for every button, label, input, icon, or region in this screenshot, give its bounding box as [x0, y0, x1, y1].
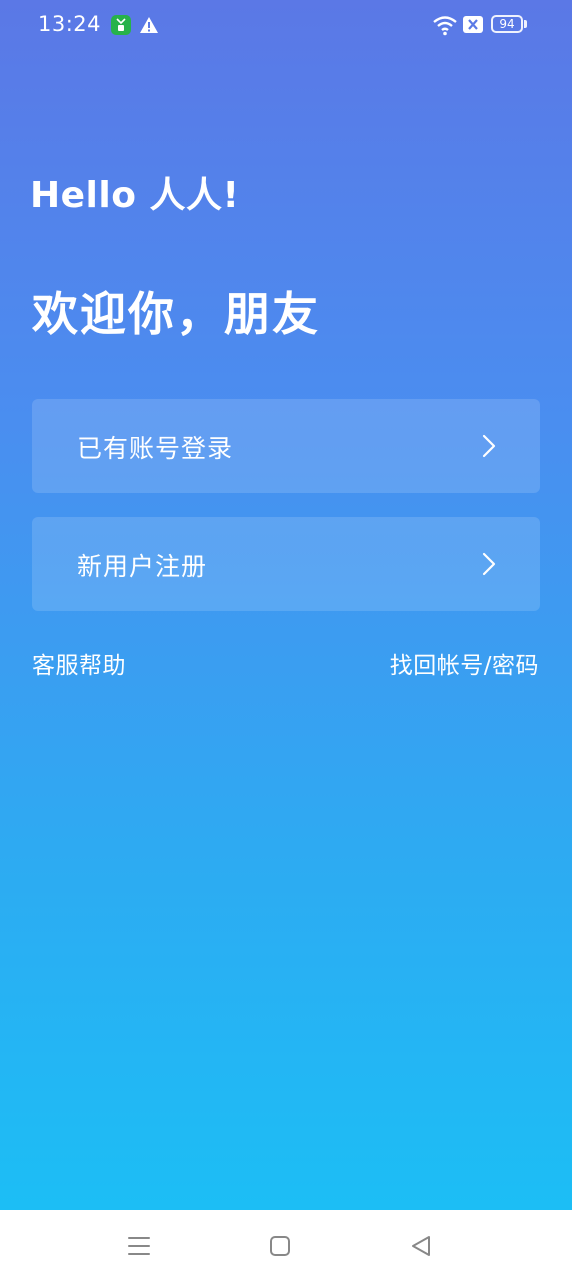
- login-button-label: 已有账号登录: [77, 434, 234, 463]
- welcome-title: 欢迎你，朋友: [32, 287, 320, 341]
- recover-account-link[interactable]: 找回帐号/密码: [390, 646, 539, 680]
- battery-icon: 94: [491, 15, 523, 33]
- menu-icon[interactable]: [125, 1232, 153, 1260]
- chevron-right-icon: [478, 550, 500, 578]
- warning-icon: [139, 15, 159, 35]
- register-button-label: 新用户注册: [77, 552, 208, 581]
- sim-icon: [463, 16, 483, 33]
- status-time: 13:24: [38, 12, 102, 36]
- navigation-bar: [0, 1210, 572, 1280]
- login-screen: 13:24 94 Hello 人人! 欢迎你，朋友 已有账号登录 新用户注册 客…: [0, 0, 572, 1210]
- customer-help-link[interactable]: 客服帮助: [32, 646, 126, 680]
- login-button[interactable]: 已有账号登录: [32, 399, 540, 493]
- battery-tip: [524, 20, 527, 28]
- back-icon[interactable]: [407, 1232, 435, 1260]
- hello-logo: Hello 人人!: [30, 175, 240, 216]
- app-notification-icon: [111, 15, 131, 35]
- chevron-right-icon: [478, 432, 500, 460]
- wifi-icon: [432, 14, 458, 36]
- register-button[interactable]: 新用户注册: [32, 517, 540, 611]
- status-bar: 13:24 94: [0, 0, 572, 52]
- home-icon[interactable]: [266, 1232, 294, 1260]
